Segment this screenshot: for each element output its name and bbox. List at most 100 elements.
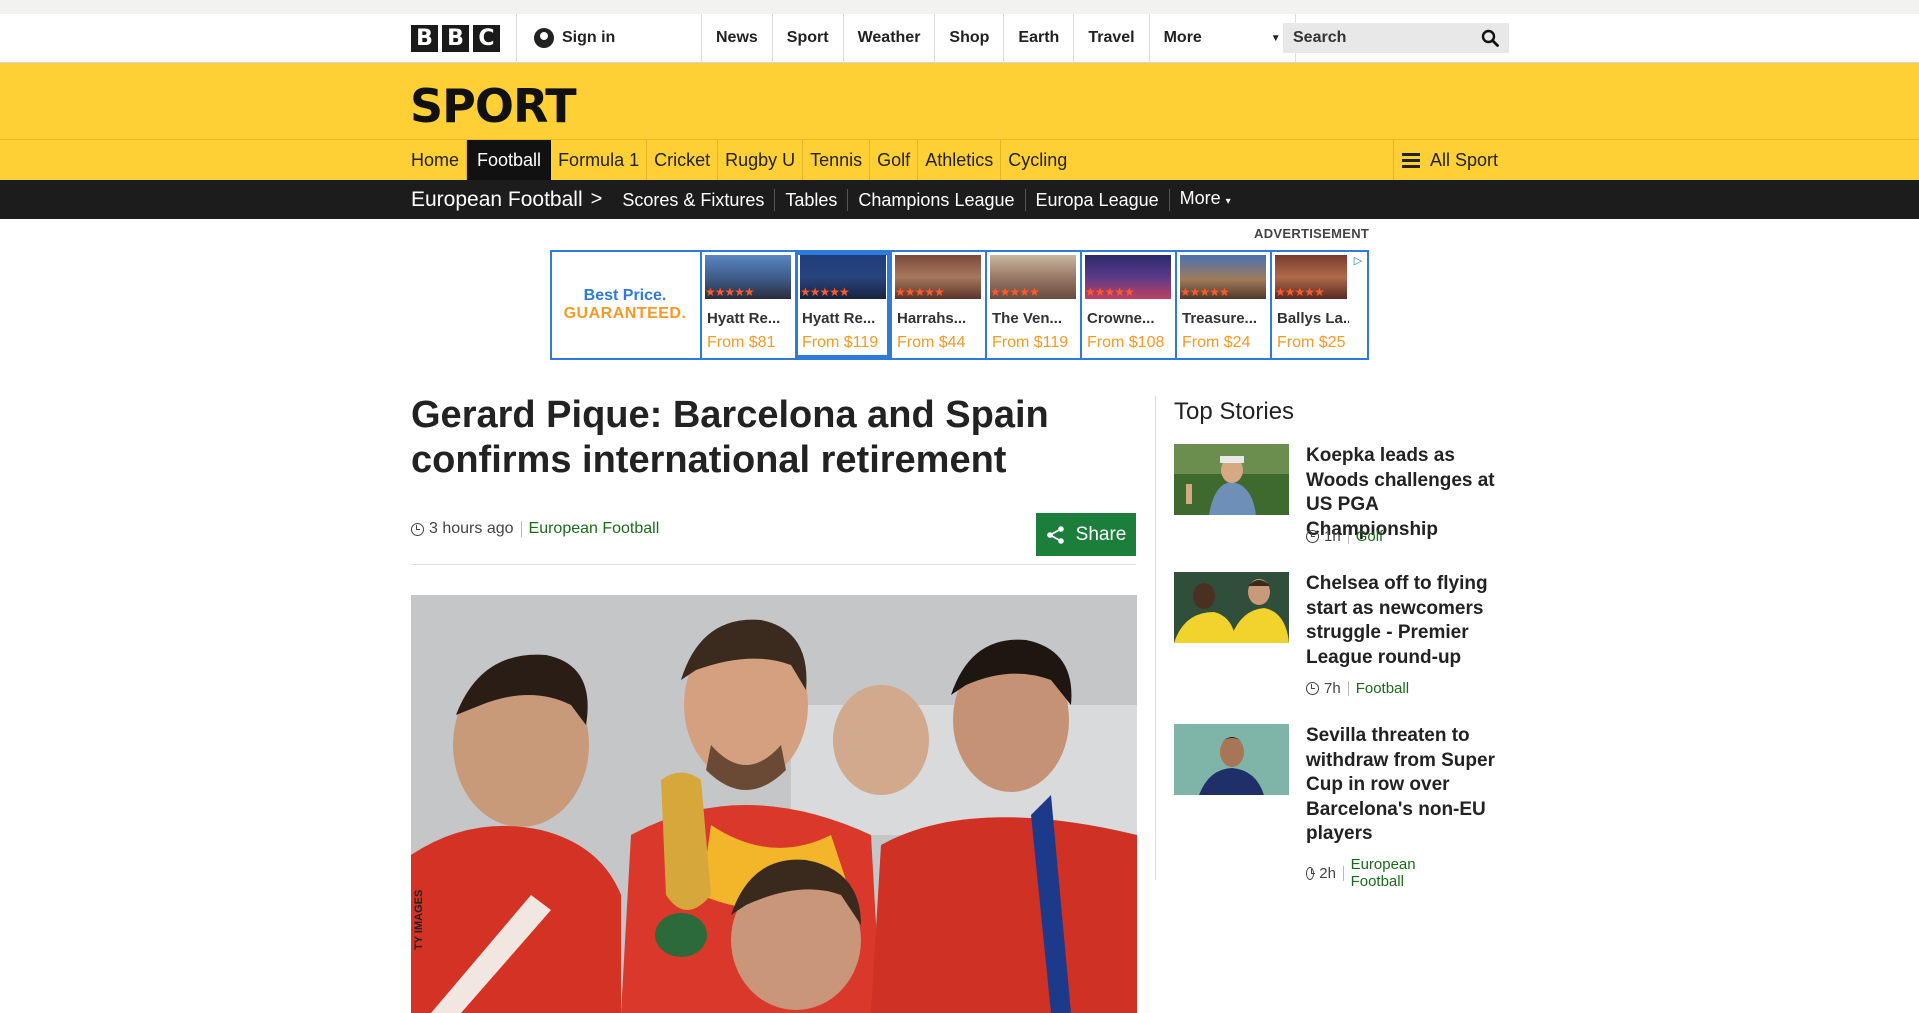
nav-link-shop[interactable]: Shop — [935, 14, 1005, 62]
signin-link[interactable]: Sign in — [516, 14, 702, 62]
nav-link-earth[interactable]: Earth — [1004, 14, 1075, 62]
sport-nav-home[interactable]: Home — [411, 140, 468, 181]
ad-hotel-card[interactable]: ★★★★★ Crowne... From $108 — [1080, 252, 1175, 358]
global-nav-links: News Sport Weather Shop Earth Travel Mor… — [702, 14, 1296, 62]
story-section-link[interactable]: Football — [1356, 680, 1409, 697]
ad-hotel-price: From $119 — [992, 334, 1069, 351]
subnav-europa-league[interactable]: Europa League — [1026, 188, 1170, 211]
article-meta: 3 hours ago European Football — [411, 520, 659, 538]
rating-stars-icon: ★★★★★ — [1085, 285, 1135, 299]
story-time: 2h — [1319, 864, 1336, 882]
nav-more-button[interactable]: More ▼ — [1150, 14, 1296, 62]
all-sport-button[interactable]: All Sport — [1393, 140, 1513, 181]
ad-hotel-name: Harrahs... — [897, 310, 967, 327]
story-title[interactable]: Sevilla threaten to withdraw from Super … — [1306, 724, 1511, 847]
ad-hotel-price: From $81 — [707, 334, 776, 351]
article-main-image — [411, 595, 1137, 1013]
sevilla-player-image — [1174, 724, 1289, 795]
ad-hotel-price: From $24 — [1182, 334, 1251, 351]
meta-divider — [1342, 865, 1344, 881]
global-nav: B B C Sign in News Sport Weather Shop Ea… — [0, 14, 1919, 63]
story-thumbnail[interactable] — [1174, 444, 1289, 515]
story-meta: 1h Golf — [1306, 528, 1383, 545]
sport-header: SPORT Home Football Formula 1 Cricket Ru… — [0, 63, 1919, 181]
subnav-more-label: More — [1179, 187, 1221, 208]
chelsea-players-image — [1174, 572, 1289, 643]
ad-brand-line1: Best Price. — [583, 287, 667, 304]
ad-hotel-price: From $108 — [1087, 334, 1165, 351]
ad-hotel-name: Crowne... — [1087, 310, 1155, 327]
subnav-scores-fixtures[interactable]: Scores & Fixtures — [612, 188, 776, 211]
photo-credit: TY IMAGES — [413, 889, 425, 950]
sport-nav-rugby[interactable]: Rugby U — [718, 140, 804, 181]
ad-hotel-price: From $25 — [1277, 334, 1346, 351]
sport-nav-formula1[interactable]: Formula 1 — [551, 140, 648, 181]
logo-letter: B — [442, 25, 469, 52]
article-section-link[interactable]: European Football — [529, 520, 660, 538]
article-timestamp: 3 hours ago — [429, 520, 514, 537]
ad-hotel-card[interactable]: ★★★★★ Treasure... From $24 — [1175, 252, 1270, 358]
top-stories-heading: Top Stories — [1174, 398, 1295, 425]
sport-nav: Home Football Formula 1 Cricket Rugby U … — [0, 139, 1919, 181]
advertisement-label: ADVERTISEMENT — [1254, 226, 1370, 241]
ad-hotel-card[interactable]: ★★★★★ Ballys La... From $25 — [1270, 252, 1349, 358]
ad-hotel-name: Treasure... — [1182, 310, 1258, 327]
sport-nav-cricket[interactable]: Cricket — [647, 140, 719, 181]
sport-nav-football[interactable]: Football — [467, 140, 552, 181]
ad-cards: ★★★★★ Hyatt Re... From $81 ★★★★★ Hyatt R… — [700, 252, 1349, 358]
rating-stars-icon: ★★★★★ — [800, 285, 850, 299]
subnav-champions-league[interactable]: Champions League — [848, 188, 1026, 211]
nav-link-travel[interactable]: Travel — [1074, 14, 1150, 62]
menu-icon — [1402, 153, 1420, 168]
subnav-section[interactable]: European Football — [411, 188, 583, 212]
search-box[interactable]: Search — [1283, 23, 1509, 53]
story-section-link[interactable]: European Football — [1351, 856, 1421, 890]
rating-stars-icon: ★★★★★ — [990, 285, 1040, 299]
sport-nav-golf[interactable]: Golf — [870, 140, 919, 181]
ad-hotel-card[interactable]: ★★★★★ Hyatt Re... From $81 — [700, 252, 795, 358]
sport-nav-cycling[interactable]: Cycling — [1001, 140, 1074, 181]
sport-title[interactable]: SPORT — [410, 79, 577, 133]
story-title[interactable]: Chelsea off to flying start as newcomers… — [1306, 572, 1511, 670]
ad-hotel-name: Hyatt Re... — [707, 310, 781, 327]
sport-nav-tennis[interactable]: Tennis — [803, 140, 871, 181]
all-sport-label: All Sport — [1430, 150, 1499, 170]
ad-hotel-name: Hyatt Re... — [802, 310, 876, 327]
share-button[interactable]: Share — [1036, 513, 1136, 556]
ad-brand[interactable]: Best Price. GUARANTEED. — [552, 252, 698, 358]
nav-link-weather[interactable]: Weather — [844, 14, 936, 62]
story-thumbnail[interactable] — [1174, 572, 1289, 643]
chevron-right-icon: > — [590, 188, 603, 210]
subnav-tables[interactable]: Tables — [775, 188, 849, 211]
nav-link-sport[interactable]: Sport — [773, 14, 844, 62]
ad-hotel-card[interactable]: ★★★★★ Hyatt Re... From $119 — [795, 252, 890, 358]
search-input[interactable]: Search — [1293, 29, 1346, 47]
ad-hotel-price: From $44 — [897, 334, 966, 351]
signin-label: Sign in — [562, 29, 616, 46]
ad-hotel-name: The Ven... — [992, 310, 1063, 327]
golfer-image — [1174, 444, 1289, 515]
story-thumbnail[interactable] — [1174, 724, 1289, 795]
ad-hotel-card[interactable]: ★★★★★ Harrahs... From $44 — [890, 252, 985, 358]
browser-top-strip — [0, 0, 1919, 14]
nav-link-news[interactable]: News — [702, 14, 773, 62]
meta-divider-line — [411, 564, 1136, 565]
subnav-more-button[interactable]: More ▾ — [1170, 187, 1241, 213]
meta-divider — [1347, 681, 1349, 696]
story-meta: 7h Football — [1306, 680, 1409, 697]
sport-nav-athletics[interactable]: Athletics — [918, 140, 1002, 181]
players-celebrating-image — [411, 595, 1137, 1013]
story-section-link[interactable]: Golf — [1356, 528, 1384, 545]
rating-stars-icon: ★★★★★ — [1275, 285, 1325, 299]
bbc-logo[interactable]: B B C — [411, 25, 500, 52]
advertisement-banner[interactable]: Best Price. GUARANTEED. ★★★★★ Hyatt Re..… — [550, 250, 1369, 360]
section-subnav: European Football > Scores & Fixtures Ta… — [0, 180, 1919, 219]
search-icon[interactable] — [1481, 29, 1499, 47]
clock-icon — [1306, 682, 1319, 695]
ad-hotel-card[interactable]: ★★★★★ The Ven... From $119 — [985, 252, 1080, 358]
adchoices-icon[interactable]: ▷ — [1351, 254, 1365, 268]
meta-divider — [1347, 529, 1349, 544]
rating-stars-icon: ★★★★★ — [1180, 285, 1230, 299]
logo-letter: B — [411, 25, 438, 52]
ad-hotel-name: Ballys La... — [1277, 310, 1349, 327]
